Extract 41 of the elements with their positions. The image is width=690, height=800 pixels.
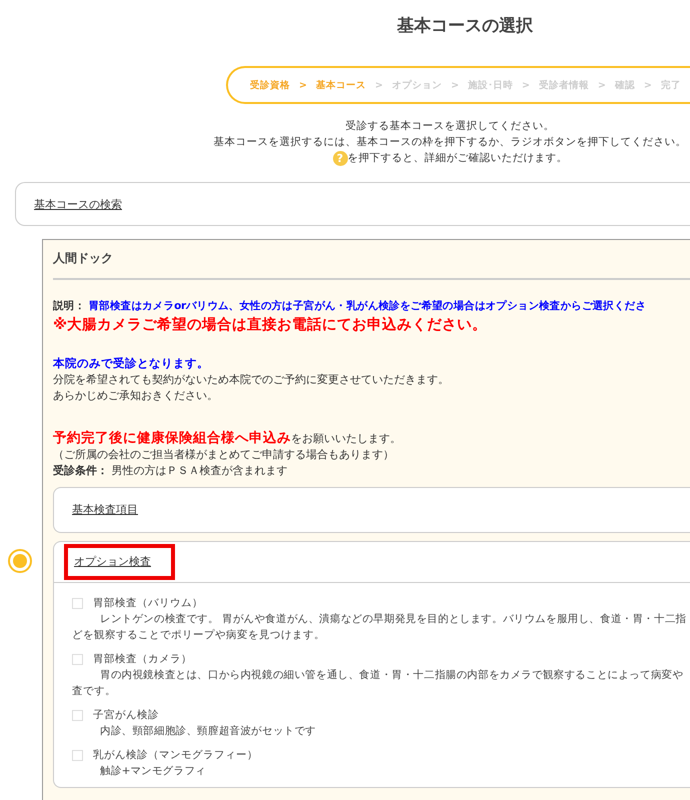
- help-icon: ?: [332, 150, 348, 166]
- option-description: 査です。: [71, 684, 117, 699]
- option-name: 胃部検査（カメラ）: [93, 652, 192, 667]
- exam-condition: 受診条件： 男性の方はＰＳＡ検査が含まれます: [53, 463, 288, 479]
- application-text: 予約完了後に健康保険組合様へ申込みをお願いいたします。: [53, 430, 402, 447]
- instruction-text: 基本コースを選択するには、基本コースの枠を押下するか、ラジオボタンを押下してください。: [212, 135, 688, 150]
- option-checkbox[interactable]: [72, 750, 83, 760]
- course-radio-button[interactable]: [8, 549, 32, 573]
- step-separator: >: [598, 80, 606, 90]
- warning-text: ※大腸カメラご希望の場合は直接お電話にてお申込みください。: [53, 316, 488, 335]
- step-separator: >: [644, 80, 652, 90]
- step-label: 受診資格: [250, 78, 290, 92]
- option-name: 胃部検査（バリウム）: [93, 596, 203, 611]
- instruction-text: を押下すると、詳細がご確認いただけます。: [348, 152, 568, 164]
- option-checkbox[interactable]: [72, 710, 83, 720]
- option-description: どを観察することでポリープや病変を見つけます。: [71, 628, 326, 643]
- option-name: 子宮がん検診: [93, 708, 159, 723]
- option-checkbox[interactable]: [72, 654, 83, 664]
- option-description: 触診+マンモグラフィ: [99, 764, 207, 779]
- step-separator: >: [299, 80, 307, 90]
- step-separator: >: [450, 80, 459, 90]
- course-card[interactable]: [42, 239, 690, 800]
- step-separator: >: [522, 80, 530, 90]
- step-separator: >: [374, 80, 383, 90]
- option-name: 乳がん検診（マンモグラフィー）: [93, 748, 258, 763]
- notice-text: 分院を希望されても契約がないため本院でのご予約に変更させていただきます。: [53, 372, 450, 388]
- option-description: 胃の内視鏡検査とは、口から内視鏡の細い管を通し、食道・胃・十二指腸の内部をカメラで観察することによって病変や: [99, 668, 684, 683]
- option-description: レントゲンの検査です。 胃がんや食道がん、潰瘍などの早期発見を目的とします。バリウムを服用し、食道・胃・十二指: [99, 612, 688, 627]
- course-name: 人間ドック: [53, 250, 690, 280]
- option-checkbox[interactable]: [72, 598, 83, 608]
- notice-title: 本院のみで受診となります。: [53, 355, 210, 372]
- basic-items-link[interactable]: 基本検査項目: [72, 502, 138, 518]
- course-search-link[interactable]: 基本コースの検索: [34, 196, 122, 212]
- page-title: 基本コースの選択: [396, 15, 534, 38]
- notice-text: あらかじめご承知おきください。: [53, 388, 219, 404]
- application-note: （ご所属の会社のご担当者様がまとめてご申請する場合もあります）: [53, 447, 395, 463]
- option-description: 内診、頸部細胞診、頸膣超音波がセットです: [99, 724, 318, 739]
- instruction-text: 受診する基本コースを選択してください。: [344, 119, 556, 134]
- options-link[interactable]: オプション検査: [74, 555, 151, 568]
- step-label: 基本コース: [316, 78, 366, 92]
- course-description: 説明： 胃部検査はカメラorバリウム、女性の方は子宮がん・乳がん検診をご希望の場合はオプション検査からご選択くださ: [53, 298, 647, 314]
